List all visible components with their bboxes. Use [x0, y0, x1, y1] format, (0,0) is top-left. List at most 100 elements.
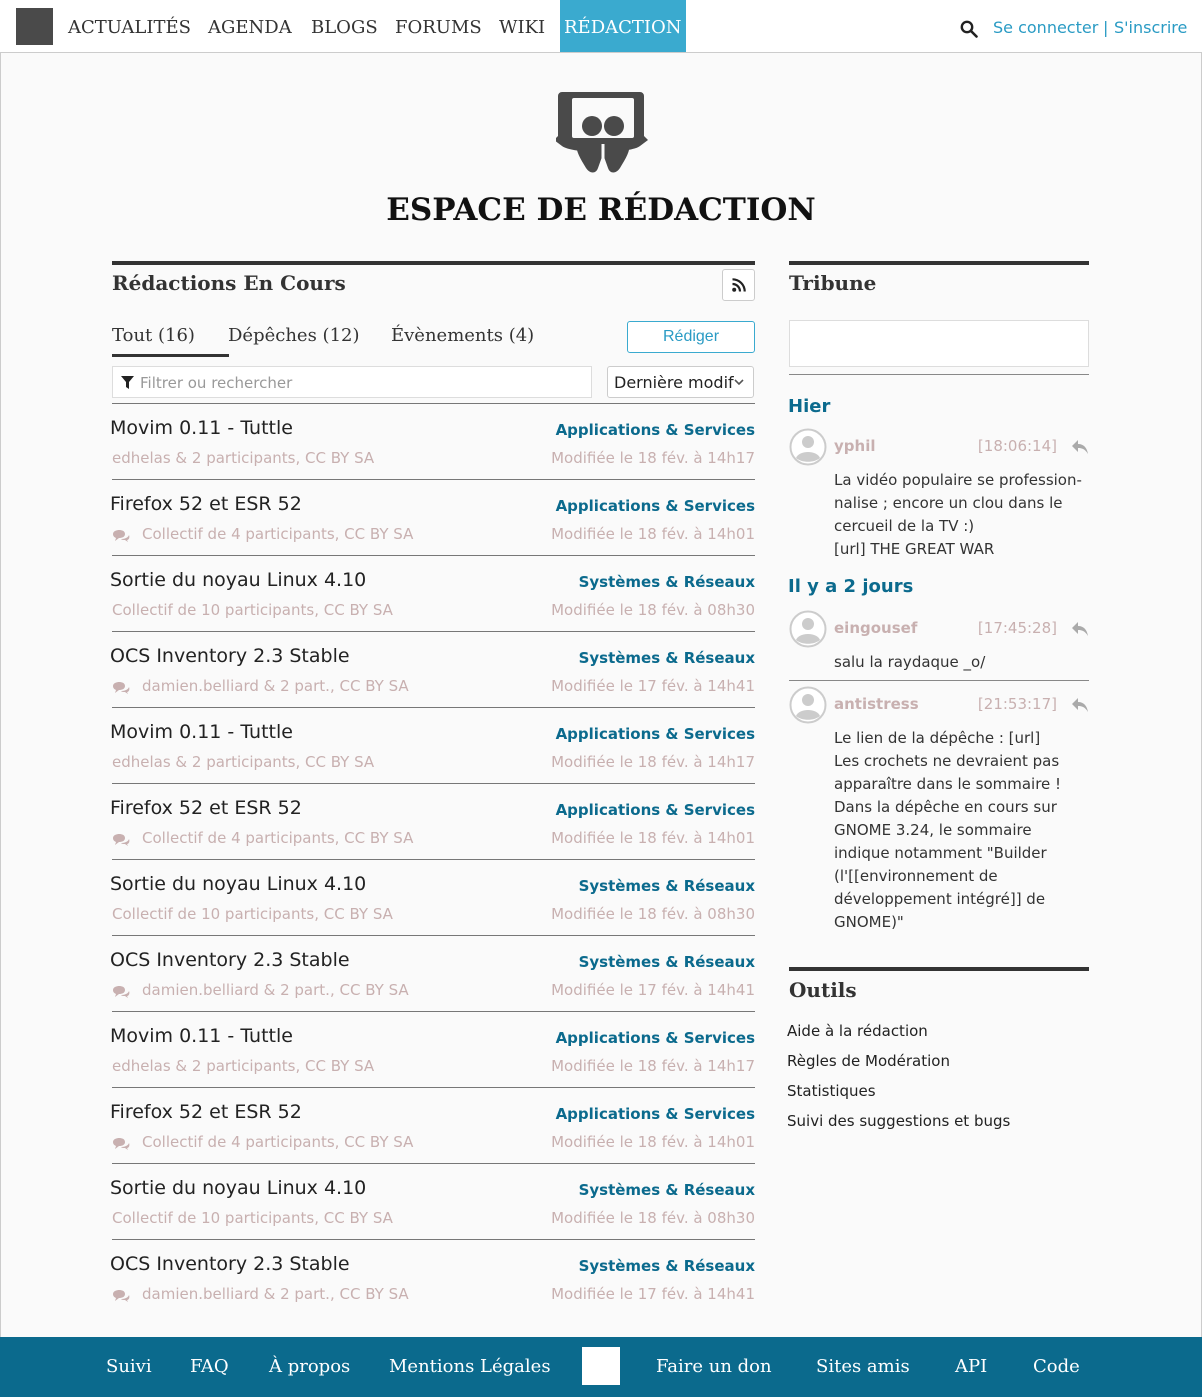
nav-forums[interactable]: FORUMS: [395, 0, 482, 52]
footer-link-don[interactable]: Faire un don: [656, 1356, 772, 1377]
site-logo[interactable]: [16, 8, 53, 45]
footer-link-code[interactable]: Code: [1033, 1356, 1080, 1377]
article-title-link[interactable]: Movim 0.11 - Tuttle: [110, 721, 293, 743]
article-meta: Collectif de 10 participants, CC BY SA: [112, 1209, 393, 1227]
article-row: Firefox 52 et ESR 52 Applications & Servi…: [110, 479, 755, 555]
article-category-link[interactable]: Applications & Services: [556, 497, 755, 515]
tool-link-suivi[interactable]: Suivi des suggestions et bugs: [787, 1112, 1010, 1130]
article-meta: damien.belliard & 2 part., CC BY SA: [142, 677, 409, 695]
tribune-divider: [789, 374, 1089, 375]
article-modified-date: Modifiée le 17 fév. à 14h41: [551, 677, 755, 695]
message-line[interactable]: [url] THE GREAT WAR: [834, 538, 1089, 561]
article-row: OCS Inventory 2.3 Stable Systèmes & Résea…: [110, 1239, 755, 1315]
reply-icon[interactable]: [1071, 697, 1089, 713]
footer-logo[interactable]: [582, 1347, 620, 1385]
footer-link-faq[interactable]: FAQ: [190, 1356, 229, 1377]
article-category-link[interactable]: Systèmes & Réseaux: [579, 1257, 755, 1275]
rediger-button[interactable]: Rédiger: [627, 321, 755, 353]
tab-tout[interactable]: Tout (16): [112, 325, 195, 346]
article-title-link[interactable]: OCS Inventory 2.3 Stable: [110, 1253, 350, 1275]
article-row: OCS Inventory 2.3 Stable Systèmes & Résea…: [110, 631, 755, 707]
article-title-link[interactable]: Firefox 52 et ESR 52: [110, 797, 302, 819]
tab-evenements[interactable]: Évènements (4): [391, 325, 534, 346]
tribune-input[interactable]: [789, 320, 1089, 367]
article-category-link[interactable]: Systèmes & Réseaux: [579, 573, 755, 591]
nav-wiki[interactable]: WIKI: [499, 0, 545, 52]
article-title-link[interactable]: OCS Inventory 2.3 Stable: [110, 645, 350, 667]
reply-icon[interactable]: [1071, 439, 1089, 455]
message-time[interactable]: [21:53:17]: [978, 695, 1057, 713]
article-modified-date: Modifiée le 18 fév. à 14h01: [551, 829, 755, 847]
filter-input[interactable]: Filtrer ou rechercher: [112, 366, 592, 398]
article-title-link[interactable]: Movim 0.11 - Tuttle: [110, 1025, 293, 1047]
article-title-link[interactable]: Firefox 52 et ESR 52: [110, 493, 302, 515]
sort-value: Dernière modif: [614, 373, 734, 392]
message-nick[interactable]: antistress: [834, 695, 919, 713]
article-category-link[interactable]: Systèmes & Réseaux: [579, 953, 755, 971]
avatar-icon: [789, 610, 827, 648]
comments-icon: [113, 834, 130, 846]
article-category-link[interactable]: Applications & Services: [556, 725, 755, 743]
footer-link-suivi[interactable]: Suivi: [106, 1356, 152, 1377]
article-category-link[interactable]: Systèmes & Réseaux: [579, 649, 755, 667]
tab-depeches[interactable]: Dépêches (12): [228, 325, 360, 346]
reply-icon[interactable]: [1071, 621, 1089, 637]
tribune-title: Tribune: [789, 271, 877, 295]
login-separator: |: [1103, 18, 1109, 37]
tool-link-regles[interactable]: Règles de Modération: [787, 1052, 950, 1070]
nav-agenda[interactable]: AGENDA: [208, 0, 292, 52]
article-category-link[interactable]: Systèmes & Réseaux: [579, 877, 755, 895]
nav-blogs[interactable]: BLOGS: [311, 0, 378, 52]
footer-link-api[interactable]: API: [955, 1356, 987, 1377]
message-line: développement intégré]] de: [834, 890, 1046, 908]
article-modified-date: Modifiée le 18 fév. à 08h30: [551, 601, 755, 619]
rss-icon: [732, 278, 746, 292]
message-time[interactable]: [17:45:28]: [978, 619, 1057, 637]
avatar-icon: [789, 686, 827, 724]
login-link[interactable]: Se connecter: [993, 18, 1098, 37]
article-meta: Collectif de 4 participants, CC BY SA: [142, 829, 414, 847]
article-modified-date: Modifiée le 18 fév. à 14h17: [551, 449, 755, 467]
article-modified-date: Modifiée le 18 fév. à 14h01: [551, 525, 755, 543]
tool-link-statistiques[interactable]: Statistiques: [787, 1082, 876, 1100]
article-title-link[interactable]: Firefox 52 et ESR 52: [110, 1101, 302, 1123]
footer-link-apropos[interactable]: À propos: [269, 1356, 350, 1377]
tribune-message-head: eingousef [17:45:28]: [789, 610, 1089, 650]
article-row: Sortie du noyau Linux 4.10 Systèmes & Rés…: [110, 859, 755, 935]
article-title-link[interactable]: Sortie du noyau Linux 4.10: [110, 569, 366, 591]
article-category-link[interactable]: Applications & Services: [556, 421, 755, 439]
nav-actualites[interactable]: ACTUALITÉS: [68, 0, 191, 52]
redaction-mascot-icon: [556, 92, 648, 174]
message-nick[interactable]: eingousef: [834, 619, 917, 637]
article-category-link[interactable]: Applications & Services: [556, 1105, 755, 1123]
message-line: Le lien de la dépêche : [url]: [834, 729, 1041, 747]
comments-icon: [113, 986, 130, 998]
article-row: Movim 0.11 - Tuttle Applications & Servic…: [110, 707, 755, 783]
article-modified-date: Modifiée le 18 fév. à 14h01: [551, 1133, 755, 1151]
search-icon[interactable]: [960, 20, 978, 38]
message-nick[interactable]: yphil: [834, 437, 875, 455]
sort-select[interactable]: Dernière modif: [607, 366, 754, 398]
register-link[interactable]: S'inscrire: [1114, 18, 1187, 37]
article-title-link[interactable]: OCS Inventory 2.3 Stable: [110, 949, 350, 971]
comments-icon: [113, 530, 130, 542]
article-category-link[interactable]: Applications & Services: [556, 801, 755, 819]
redactions-title: Rédactions En Cours: [112, 271, 346, 295]
article-title-link[interactable]: Sortie du noyau Linux 4.10: [110, 873, 366, 895]
message-time[interactable]: [18:06:14]: [978, 437, 1057, 455]
article-category-link[interactable]: Systèmes & Réseaux: [579, 1181, 755, 1199]
rss-button[interactable]: [722, 269, 755, 301]
footer-link-mentions[interactable]: Mentions Légales: [389, 1356, 551, 1377]
message-line: GNOME)": [834, 913, 904, 931]
message-line: indique notamment "Builder: [834, 844, 1047, 862]
article-title-link[interactable]: Movim 0.11 - Tuttle: [110, 417, 293, 439]
article-title-link[interactable]: Sortie du noyau Linux 4.10: [110, 1177, 366, 1199]
nav-redaction[interactable]: RÉDACTION: [560, 0, 686, 52]
tribune-message-head: antistress [21:53:17]: [789, 686, 1089, 726]
day-label-2-jours: Il y a 2 jours: [788, 576, 914, 597]
article-category-link[interactable]: Applications & Services: [556, 1029, 755, 1047]
tool-link-aide[interactable]: Aide à la rédaction: [787, 1022, 928, 1040]
article-row: Firefox 52 et ESR 52 Applications & Servi…: [110, 1087, 755, 1163]
footer-link-sites-amis[interactable]: Sites amis: [816, 1356, 910, 1377]
article-meta: Collectif de 10 participants, CC BY SA: [112, 601, 393, 619]
